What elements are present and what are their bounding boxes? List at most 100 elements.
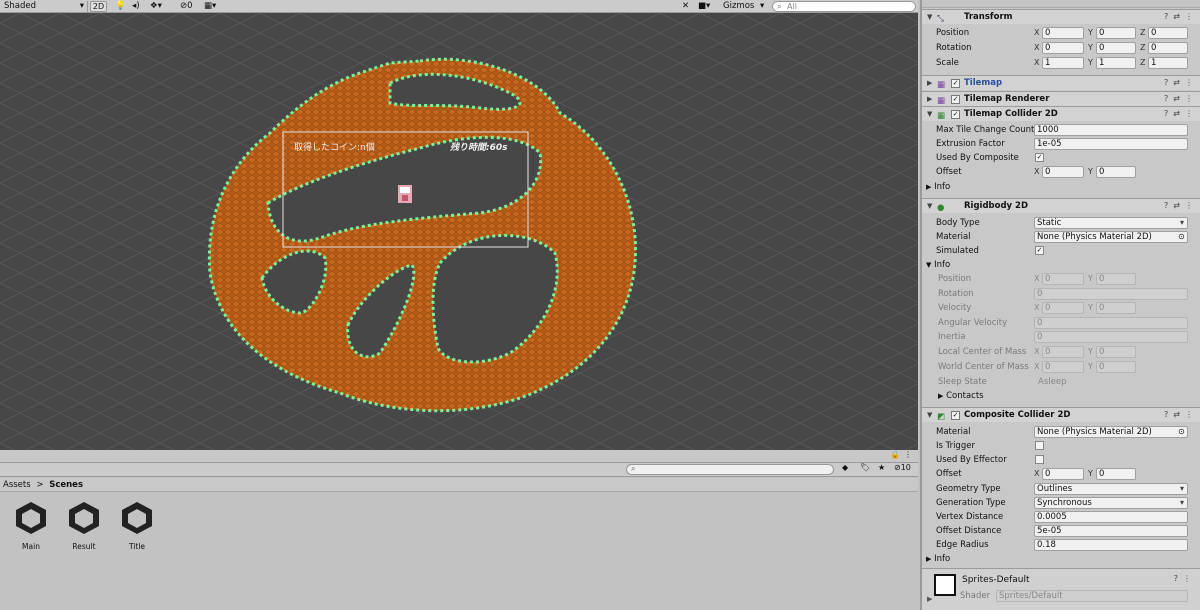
menu-icon[interactable]: ⋮ [904, 450, 912, 459]
composite-collider-enabled-checkbox[interactable]: ✓ [951, 411, 960, 420]
asset-result[interactable]: Result [64, 500, 104, 551]
grid-toggle-icon[interactable]: ▦▾ [204, 0, 216, 13]
asset-main[interactable]: Main [11, 500, 51, 551]
2d-mode-button[interactable]: 2D [90, 1, 107, 12]
position-y-field[interactable]: 0 [1096, 27, 1136, 39]
rigidbody-info-foldout[interactable]: ▼ Info [926, 258, 950, 272]
scale-x-field[interactable]: 1 [1042, 57, 1084, 69]
object-picker-icon[interactable]: ⊙ [1178, 230, 1185, 244]
search-icon: ⌕ [631, 464, 636, 473]
scene-search-input[interactable]: ⌕ All [772, 1, 916, 12]
composite-collider-icon: ◩ [937, 412, 946, 422]
fold-closed-icon[interactable]: ▶ [927, 92, 932, 106]
axis-x: X [1034, 274, 1040, 283]
shader-dropdown[interactable]: Sprites/Default [996, 590, 1188, 602]
scale-y-field[interactable]: 1 [1096, 57, 1136, 69]
component-header-icons[interactable]: ?⇄⋮ [1164, 10, 1198, 24]
breadcrumb: Assets > Scenes [0, 478, 918, 492]
cc-offset-y-field[interactable]: 0 [1096, 468, 1136, 480]
rotation-z-field[interactable]: 0 [1148, 42, 1188, 54]
fold-closed-icon[interactable]: ▶ [927, 76, 932, 90]
lock-icon[interactable]: 🔒 [890, 450, 900, 459]
tilemap-collider-header[interactable]: ▼ ▦ ✓ Tilemap Collider 2D ?⇄⋮ [922, 106, 1200, 121]
position-z-field[interactable]: 0 [1148, 27, 1188, 39]
tilemap-header[interactable]: ▶ ▦ ✓ Tilemap ?⇄⋮ [922, 75, 1200, 90]
breadcrumb-scenes[interactable]: Scenes [49, 480, 83, 490]
component-header-icons[interactable]: ?⇄⋮ [1164, 408, 1198, 422]
generation-type-dropdown[interactable]: Synchronous [1034, 497, 1188, 509]
fold-open-icon[interactable]: ▼ [927, 107, 932, 121]
offset-distance-field[interactable]: 5e-05 [1034, 525, 1188, 537]
cc-material-row: Material None (Physics Material 2D) ⊙ [922, 425, 1200, 439]
fold-open-icon[interactable]: ▼ [927, 10, 932, 24]
camera-dropdown-icon[interactable]: ■▾ [698, 0, 710, 13]
gizmos-dropdown[interactable]: Gizmos ▾ [723, 0, 768, 13]
fold-closed-icon: ▶ [926, 555, 932, 563]
component-header-icons[interactable]: ?⇄⋮ [1164, 92, 1198, 106]
max-tile-field[interactable]: 1000 [1034, 124, 1188, 136]
body-type-dropdown[interactable]: Static [1034, 217, 1188, 229]
filter-by-label-icon[interactable]: 🏷 [860, 463, 870, 472]
tools-icon[interactable]: ✕ [682, 0, 689, 13]
shading-mode-label: Shaded [4, 1, 37, 11]
fold-open-icon[interactable]: ▼ [927, 408, 932, 422]
shading-mode-dropdown[interactable]: Shaded ▾ [4, 0, 84, 13]
used-by-effector-row: Used By Effector [922, 453, 1200, 467]
component-header-icons[interactable]: ?⇄⋮ [1164, 107, 1198, 121]
object-picker-icon[interactable]: ⊙ [1178, 425, 1185, 439]
rigidbody-title: Rigidbody 2D [964, 201, 1029, 211]
scene-view[interactable]: 取得したコイン:n個 残り時間:60s [0, 13, 918, 450]
component-header-icons[interactable]: ?⋮ [1174, 574, 1196, 583]
tilemap-renderer-enabled-checkbox[interactable]: ✓ [951, 95, 960, 104]
position-x-field[interactable]: 0 [1042, 27, 1084, 39]
fold-open-icon[interactable]: ▼ [927, 199, 932, 213]
material-preview-swatch[interactable] [934, 574, 956, 596]
used-by-effector-checkbox[interactable] [1035, 455, 1044, 464]
rigidbody-header[interactable]: ▼ ● Rigidbody 2D ?⇄⋮ [922, 198, 1200, 213]
is-trigger-checkbox[interactable] [1035, 441, 1044, 450]
lighting-toggle-icon[interactable]: 💡 [115, 0, 126, 13]
generation-type-label: Generation Type [936, 498, 1006, 508]
hidden-objects-toggle[interactable]: ⊘0 [180, 0, 193, 13]
cc-offset-label: Offset [936, 469, 962, 479]
scale-z-field[interactable]: 1 [1148, 57, 1188, 69]
filter-by-type-icon[interactable]: ◆ [842, 463, 848, 472]
tilemap-collider-enabled-checkbox[interactable]: ✓ [951, 110, 960, 119]
component-header-icons[interactable]: ?⇄⋮ [1164, 76, 1198, 90]
max-tile-change-row: Max Tile Change Count 1000 [922, 123, 1200, 137]
ui-coins-text[interactable]: 取得したコイン:n個 [294, 141, 375, 153]
extrusion-field[interactable]: 1e-05 [1034, 138, 1188, 150]
breadcrumb-assets[interactable]: Assets [3, 480, 31, 490]
rotation-x-field[interactable]: 0 [1042, 42, 1084, 54]
simulated-checkbox[interactable]: ✓ [1035, 246, 1044, 255]
offset-x-field[interactable]: 0 [1042, 166, 1084, 178]
offset-y-field[interactable]: 0 [1096, 166, 1136, 178]
contacts-foldout[interactable]: ▶ Contacts [938, 389, 984, 403]
component-header-icons[interactable]: ?⇄⋮ [1164, 199, 1198, 213]
rb-world-com-row: World Center of Mass X 0 Y 0 [922, 360, 1200, 374]
tilemap-collider-info-foldout[interactable]: ▶ Info [926, 180, 950, 194]
rb-local-com-row: Local Center of Mass X 0 Y 0 [922, 345, 1200, 359]
tilemap-enabled-checkbox[interactable]: ✓ [951, 79, 960, 88]
composite-collider-header[interactable]: ▼ ◩ ✓ Composite Collider 2D ?⇄⋮ [922, 407, 1200, 422]
material-field[interactable]: None (Physics Material 2D) [1034, 231, 1188, 243]
cc-material-field[interactable]: None (Physics Material 2D) [1034, 426, 1188, 438]
cc-offset-x-field[interactable]: 0 [1042, 468, 1084, 480]
audio-toggle-icon[interactable]: ◂) [132, 0, 140, 13]
ui-time-text[interactable]: 残り時間:60s [449, 142, 508, 153]
used-by-composite-checkbox[interactable]: ✓ [1035, 153, 1044, 162]
effects-dropdown-icon[interactable]: ❖▾ [150, 0, 162, 13]
transform-header[interactable]: ▼ ⤡ Transform ?⇄⋮ [922, 9, 1200, 24]
tilemap-renderer-header[interactable]: ▶ ▦ ✓ Tilemap Renderer ?⇄⋮ [922, 91, 1200, 106]
edge-radius-field[interactable]: 0.18 [1034, 539, 1188, 551]
fold-closed-icon[interactable]: ▶ [927, 595, 932, 603]
vertex-distance-field[interactable]: 0.0005 [1034, 511, 1188, 523]
hidden-packages-toggle[interactable]: ⊘10 [894, 463, 911, 472]
player-sprite[interactable] [398, 185, 412, 203]
asset-title[interactable]: Title [117, 500, 157, 551]
favorite-star-icon[interactable]: ★ [878, 463, 885, 472]
composite-info-foldout[interactable]: ▶ Info [926, 552, 950, 566]
geometry-type-dropdown[interactable]: Outlines [1034, 483, 1188, 495]
rotation-y-field[interactable]: 0 [1096, 42, 1136, 54]
project-search-input[interactable]: ⌕ [626, 464, 834, 475]
